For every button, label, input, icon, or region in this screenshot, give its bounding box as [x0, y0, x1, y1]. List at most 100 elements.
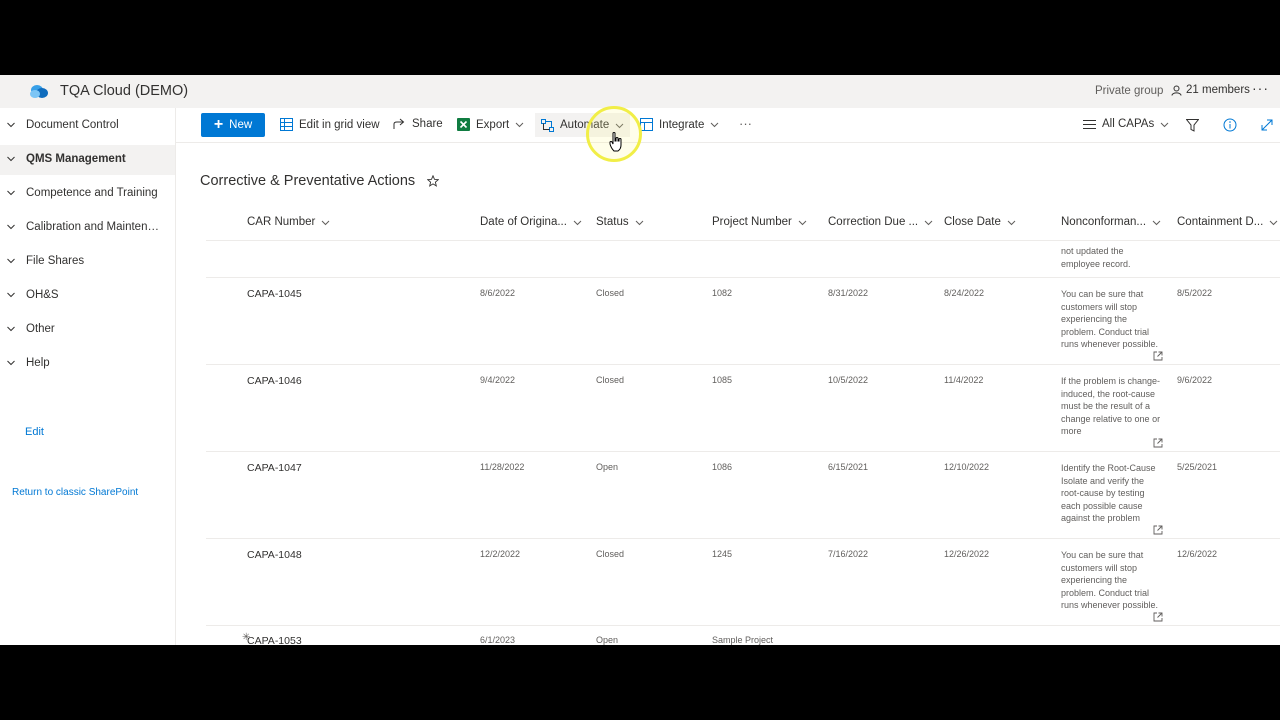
chevron-down-icon [1160, 122, 1169, 127]
column-header-nonconformance[interactable]: Nonconforman... [1061, 216, 1161, 228]
car-number-cell[interactable]: CAPA-1047 [247, 462, 302, 474]
correction-due-cell: 10/5/2022 [828, 375, 869, 385]
containment-cell: 9/6/2022 [1177, 375, 1213, 385]
row-divider [206, 277, 1280, 278]
expand-icon[interactable] [1261, 119, 1273, 131]
close-date-cell: 11/4/2022 [944, 375, 984, 385]
left-navigation: Document Control QMS Management Competen… [0, 108, 176, 645]
column-header-correction-due[interactable]: Correction Due ... [828, 216, 933, 228]
automate-button[interactable]: Automate [535, 113, 631, 137]
column-header-containment[interactable]: Containment D... [1177, 216, 1278, 228]
nav-item-qms-management[interactable]: QMS Management [0, 145, 175, 175]
nav-label: Document Control [26, 119, 119, 131]
column-header-date-origination[interactable]: Date of Origina... [480, 216, 582, 228]
grid-icon [280, 118, 293, 131]
status-cell: Closed [596, 375, 625, 385]
sharepoint-window: TQA Cloud (DEMO) Private group 21 member… [0, 75, 1280, 645]
chevron-down-icon [7, 190, 15, 196]
edit-grid-view-button[interactable]: Edit in grid view [280, 118, 380, 131]
car-number-cell[interactable]: CAPA-1053 [247, 635, 302, 645]
new-button[interactable]: + New [201, 113, 265, 137]
column-header-label: Date of Origina... [480, 216, 567, 228]
column-header-label: Nonconforman... [1061, 216, 1147, 228]
view-selector[interactable]: All CAPAs [1083, 118, 1169, 130]
list-title-text: Corrective & Preventative Actions [200, 173, 416, 189]
chevron-down-icon [635, 220, 643, 225]
status-cell: Closed [596, 288, 625, 298]
chevron-down-icon [615, 123, 624, 128]
car-number-cell[interactable]: CAPA-1045 [247, 288, 302, 300]
nav-label: Competence and Training [26, 187, 158, 199]
person-icon [1171, 85, 1182, 96]
nonconformance-cell: If the problem is change-induced, the ro… [1061, 376, 1161, 436]
column-header-project-number[interactable]: Project Number [712, 216, 807, 228]
chevron-down-icon [7, 224, 15, 230]
list-title: Corrective & Preventative Actions [200, 173, 440, 189]
expand-text-icon[interactable] [1153, 351, 1163, 361]
column-header-label: Project Number [712, 216, 792, 228]
chevron-down-icon [573, 220, 582, 225]
column-header-label: CAR Number [247, 216, 316, 228]
column-header-car-number[interactable]: CAR Number [247, 216, 330, 228]
column-header-label: Status [596, 216, 629, 228]
car-number-cell[interactable]: CAPA-1046 [247, 375, 302, 387]
header-divider [206, 240, 1280, 241]
correction-due-cell: 8/31/2022 [828, 288, 869, 298]
header-more-icon[interactable]: ··· [1252, 80, 1269, 96]
more-commands-icon[interactable]: ··· [739, 116, 752, 131]
expand-text-icon[interactable] [1153, 612, 1163, 622]
correction-due-cell: 6/15/2021 [828, 462, 869, 472]
containment-cell: 5/25/2021 [1177, 462, 1218, 472]
command-bar: + New Edit in grid view Share Export Aut… [176, 108, 1280, 143]
column-header-label: Close Date [944, 216, 1001, 228]
correction-due-cell: 7/16/2022 [828, 549, 869, 559]
nav-edit-link[interactable]: Edit [25, 426, 44, 438]
nav-item-other[interactable]: Other [0, 315, 175, 345]
date-cell: 6/1/2023 [480, 635, 516, 645]
nav-item-help[interactable]: Help [0, 349, 175, 379]
date-cell: 9/4/2022 [480, 375, 516, 385]
car-number-cell[interactable]: CAPA-1048 [247, 549, 302, 561]
share-label: Share [412, 118, 443, 130]
site-title[interactable]: TQA Cloud (DEMO) [60, 83, 188, 99]
members-button[interactable]: 21 members [1171, 84, 1250, 96]
chevron-down-icon [7, 360, 15, 366]
chevron-down-icon [798, 220, 807, 225]
info-icon[interactable] [1223, 118, 1237, 132]
column-header-label: Correction Due ... [828, 216, 919, 228]
share-button[interactable]: Share [393, 118, 443, 130]
chevron-down-icon [924, 220, 933, 225]
list-view-icon [1083, 119, 1096, 129]
chevron-down-icon [7, 122, 15, 128]
project-cell: 1082 [712, 288, 733, 298]
filter-icon[interactable] [1186, 119, 1199, 132]
nav-item-calibration-maintenance[interactable]: Calibration and Maintena... [0, 213, 175, 243]
expand-text-icon[interactable] [1153, 525, 1163, 535]
share-icon [393, 118, 405, 129]
return-classic-link[interactable]: Return to classic SharePoint [12, 487, 138, 498]
nav-label: Calibration and Maintena... [26, 221, 161, 233]
containment-cell: 8/5/2022 [1177, 288, 1213, 298]
chevron-down-icon [515, 122, 524, 128]
nonconformance-cell: not updated the employee record. [1061, 246, 1131, 269]
nav-item-document-control[interactable]: Document Control [0, 111, 175, 141]
nav-item-ohs[interactable]: OH&S [0, 281, 175, 311]
nonconformance-cell: Identify the Root-Cause Isolate and veri… [1061, 463, 1156, 523]
expand-text-icon[interactable] [1153, 438, 1163, 448]
integrate-button[interactable]: Integrate [640, 118, 719, 131]
close-date-cell: 8/24/2022 [944, 288, 985, 298]
privacy-label: Private group [1095, 85, 1164, 97]
export-button[interactable]: Export [457, 118, 524, 131]
new-label: New [229, 119, 253, 131]
nav-item-competence-training[interactable]: Competence and Training [0, 179, 175, 209]
nav-label: Other [26, 323, 55, 335]
chevron-down-icon [7, 292, 15, 298]
nav-item-file-shares[interactable]: File Shares [0, 247, 175, 277]
date-cell: 12/2/2022 [480, 549, 521, 559]
column-header-status[interactable]: Status [596, 216, 644, 228]
chevron-down-icon [711, 122, 719, 128]
column-header-close-date[interactable]: Close Date [944, 216, 1016, 228]
integrate-icon [640, 118, 653, 131]
star-icon[interactable] [427, 175, 440, 187]
cloud-logo-icon [30, 85, 48, 98]
